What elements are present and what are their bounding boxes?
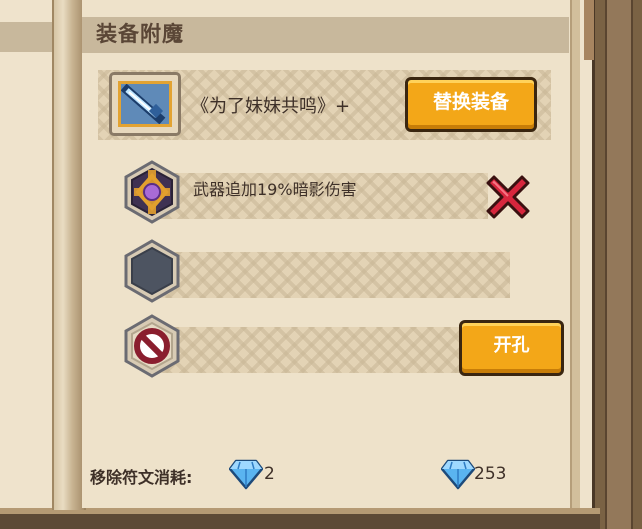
- bookmark: [584, 0, 594, 60]
- rune-effect-text: 武器追加19%暗影伤害: [193, 180, 357, 199]
- diamond-icon: [228, 458, 264, 494]
- right-page-border: [570, 0, 580, 508]
- open-socket-button[interactable]: 开孔: [459, 320, 564, 376]
- book-cover-edge: [592, 0, 642, 529]
- owned-gems-value: 253: [474, 464, 507, 484]
- remove-x-icon[interactable]: [480, 169, 536, 229]
- rune-slot-bar-2: [150, 252, 510, 298]
- empty-hex-slot-icon[interactable]: [120, 239, 184, 307]
- book-bottom-edge: [0, 508, 600, 529]
- remove-cost-label: 移除符文消耗:: [90, 468, 193, 487]
- left-header-bar: [0, 22, 55, 52]
- book-spine: [52, 0, 86, 510]
- remove-cost-value: 2: [264, 464, 275, 484]
- equipment-name: 《为了妹妹共鸣》+: [191, 96, 351, 117]
- rune-slot-bar-3: [150, 327, 490, 373]
- sword-icon: [118, 81, 172, 127]
- forbidden-icon: [120, 314, 184, 382]
- shadow-rune-icon[interactable]: [120, 160, 184, 228]
- equipment-slot[interactable]: [109, 72, 181, 136]
- left-page: [0, 0, 55, 508]
- diamond-icon: [440, 458, 476, 494]
- section-title: 装备附魔: [96, 22, 184, 46]
- replace-equipment-button[interactable]: 替换装备: [405, 77, 537, 132]
